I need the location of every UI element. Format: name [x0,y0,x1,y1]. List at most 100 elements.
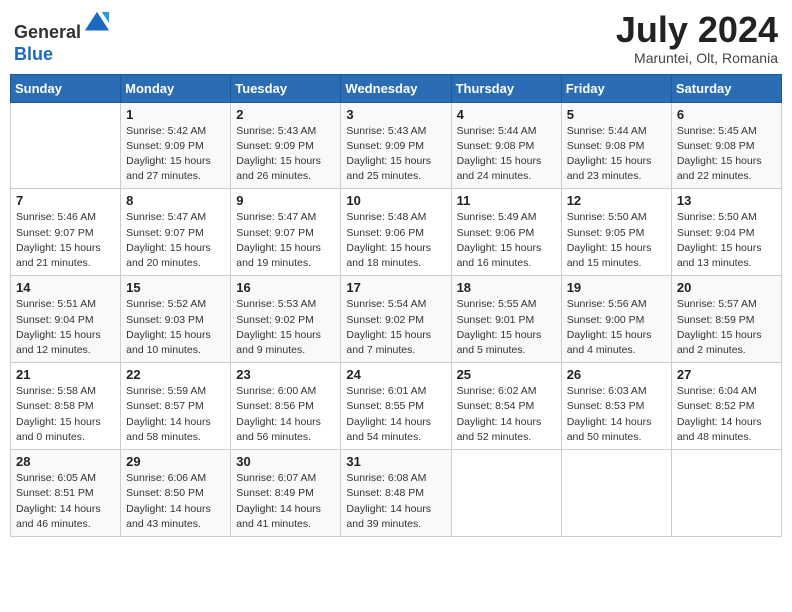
day-number: 29 [126,454,225,469]
day-info: Sunrise: 5:56 AM Sunset: 9:00 PM Dayligh… [567,297,666,358]
day-number: 27 [677,367,776,382]
day-number: 2 [236,107,335,122]
day-info: Sunrise: 5:44 AM Sunset: 9:08 PM Dayligh… [457,124,556,185]
day-number: 15 [126,280,225,295]
day-number: 14 [16,280,115,295]
day-info: Sunrise: 6:06 AM Sunset: 8:50 PM Dayligh… [126,471,225,532]
logo-icon [83,10,111,38]
calendar-week-row: 1 Sunrise: 5:42 AM Sunset: 9:09 PM Daylig… [11,102,782,189]
day-number: 24 [346,367,445,382]
weekday-header-friday: Friday [561,74,671,102]
day-info: Sunrise: 5:53 AM Sunset: 9:02 PM Dayligh… [236,297,335,358]
day-info: Sunrise: 5:51 AM Sunset: 9:04 PM Dayligh… [16,297,115,358]
calendar-cell: 2Sunrise: 5:43 AM Sunset: 9:09 PM Daylig… [231,102,341,189]
calendar-cell: 23 Sunrise: 6:00 AM Sunset: 8:56 PM Dayli… [231,363,341,450]
day-number: 13 [677,193,776,208]
day-number: 23 [236,367,335,382]
day-number: 5 [567,107,666,122]
day-info: Sunrise: 5:55 AM Sunset: 9:01 PM Dayligh… [457,297,556,358]
calendar-cell: 26 Sunrise: 6:03 AM Sunset: 8:53 PM Dayli… [561,363,671,450]
calendar-cell: 7 Sunrise: 5:46 AM Sunset: 9:07 PM Daylig… [11,189,121,276]
day-info: Sunrise: 5:59 AM Sunset: 8:57 PM Dayligh… [126,384,225,445]
day-number: 4 [457,107,556,122]
month-year-title: July 2024 [616,10,778,50]
day-number: 12 [567,193,666,208]
weekday-header-saturday: Saturday [671,74,781,102]
day-info: Sunrise: 5:58 AM Sunset: 8:58 PM Dayligh… [16,384,115,445]
day-number: 11 [457,193,556,208]
calendar-week-row: 7 Sunrise: 5:46 AM Sunset: 9:07 PM Daylig… [11,189,782,276]
calendar-cell: 11 Sunrise: 5:49 AM Sunset: 9:06 PM Dayli… [451,189,561,276]
day-number: 18 [457,280,556,295]
calendar-cell [561,450,671,537]
day-info: Sunrise: 6:03 AM Sunset: 8:53 PM Dayligh… [567,384,666,445]
day-number: 6 [677,107,776,122]
calendar-cell: 14 Sunrise: 5:51 AM Sunset: 9:04 PM Dayli… [11,276,121,363]
calendar-cell: 16 Sunrise: 5:53 AM Sunset: 9:02 PM Dayli… [231,276,341,363]
day-number: 9 [236,193,335,208]
day-info: Sunrise: 6:07 AM Sunset: 8:49 PM Dayligh… [236,471,335,532]
day-number: 25 [457,367,556,382]
day-number: 20 [677,280,776,295]
calendar-cell: 30 Sunrise: 6:07 AM Sunset: 8:49 PM Dayli… [231,450,341,537]
day-info: Sunrise: 5:54 AM Sunset: 9:02 PM Dayligh… [346,297,445,358]
day-number: 30 [236,454,335,469]
calendar-cell: 13Sunrise: 5:50 AM Sunset: 9:04 PM Dayli… [671,189,781,276]
calendar-cell [11,102,121,189]
day-info: Sunrise: 5:42 AM Sunset: 9:09 PM Dayligh… [126,124,225,185]
calendar-cell: 28 Sunrise: 6:05 AM Sunset: 8:51 PM Dayli… [11,450,121,537]
calendar-cell: 5 Sunrise: 5:44 AM Sunset: 9:08 PM Daylig… [561,102,671,189]
calendar-table: SundayMondayTuesdayWednesdayThursdayFrid… [10,74,782,537]
calendar-cell [671,450,781,537]
title-block: July 2024 Maruntei, Olt, Romania [616,10,778,66]
calendar-cell: 31Sunrise: 6:08 AM Sunset: 8:48 PM Dayli… [341,450,451,537]
logo-blue: Blue [14,44,53,64]
weekday-header-sunday: Sunday [11,74,121,102]
day-info: Sunrise: 5:52 AM Sunset: 9:03 PM Dayligh… [126,297,225,358]
day-info: Sunrise: 5:57 AM Sunset: 8:59 PM Dayligh… [677,297,776,358]
calendar-cell: 20 Sunrise: 5:57 AM Sunset: 8:59 PM Dayli… [671,276,781,363]
calendar-cell: 17Sunrise: 5:54 AM Sunset: 9:02 PM Dayli… [341,276,451,363]
day-info: Sunrise: 6:01 AM Sunset: 8:55 PM Dayligh… [346,384,445,445]
calendar-cell: 3Sunrise: 5:43 AM Sunset: 9:09 PM Daylig… [341,102,451,189]
day-info: Sunrise: 5:49 AM Sunset: 9:06 PM Dayligh… [457,210,556,271]
day-info: Sunrise: 6:02 AM Sunset: 8:54 PM Dayligh… [457,384,556,445]
day-info: Sunrise: 6:04 AM Sunset: 8:52 PM Dayligh… [677,384,776,445]
calendar-cell: 19Sunrise: 5:56 AM Sunset: 9:00 PM Dayli… [561,276,671,363]
calendar-cell: 25 Sunrise: 6:02 AM Sunset: 8:54 PM Dayli… [451,363,561,450]
day-info: Sunrise: 6:00 AM Sunset: 8:56 PM Dayligh… [236,384,335,445]
calendar-cell: 22 Sunrise: 5:59 AM Sunset: 8:57 PM Dayli… [121,363,231,450]
calendar-cell: 4 Sunrise: 5:44 AM Sunset: 9:08 PM Daylig… [451,102,561,189]
calendar-week-row: 14 Sunrise: 5:51 AM Sunset: 9:04 PM Dayli… [11,276,782,363]
day-info: Sunrise: 5:48 AM Sunset: 9:06 PM Dayligh… [346,210,445,271]
calendar-cell: 12Sunrise: 5:50 AM Sunset: 9:05 PM Dayli… [561,189,671,276]
day-info: Sunrise: 5:44 AM Sunset: 9:08 PM Dayligh… [567,124,666,185]
calendar-cell: 10 Sunrise: 5:48 AM Sunset: 9:06 PM Dayli… [341,189,451,276]
day-number: 22 [126,367,225,382]
calendar-cell: 9Sunrise: 5:47 AM Sunset: 9:07 PM Daylig… [231,189,341,276]
logo-general: General [14,22,81,42]
day-info: Sunrise: 5:45 AM Sunset: 9:08 PM Dayligh… [677,124,776,185]
weekday-header-tuesday: Tuesday [231,74,341,102]
calendar-week-row: 21 Sunrise: 5:58 AM Sunset: 8:58 PM Dayli… [11,363,782,450]
weekday-header-row: SundayMondayTuesdayWednesdayThursdayFrid… [11,74,782,102]
day-info: Sunrise: 6:05 AM Sunset: 8:51 PM Dayligh… [16,471,115,532]
day-number: 8 [126,193,225,208]
calendar-cell: 6 Sunrise: 5:45 AM Sunset: 9:08 PM Daylig… [671,102,781,189]
calendar-cell: 18 Sunrise: 5:55 AM Sunset: 9:01 PM Dayli… [451,276,561,363]
calendar-cell: 15 Sunrise: 5:52 AM Sunset: 9:03 PM Dayli… [121,276,231,363]
page-header: General Blue July 2024 Maruntei, Olt, Ro… [10,10,782,66]
day-number: 31 [346,454,445,469]
day-number: 16 [236,280,335,295]
day-number: 7 [16,193,115,208]
day-number: 1 [126,107,225,122]
day-number: 28 [16,454,115,469]
day-number: 26 [567,367,666,382]
day-info: Sunrise: 5:43 AM Sunset: 9:09 PM Dayligh… [346,124,445,185]
day-number: 21 [16,367,115,382]
calendar-cell [451,450,561,537]
calendar-cell: 21 Sunrise: 5:58 AM Sunset: 8:58 PM Dayli… [11,363,121,450]
day-number: 10 [346,193,445,208]
calendar-cell: 29 Sunrise: 6:06 AM Sunset: 8:50 PM Dayli… [121,450,231,537]
day-info: Sunrise: 5:46 AM Sunset: 9:07 PM Dayligh… [16,210,115,271]
